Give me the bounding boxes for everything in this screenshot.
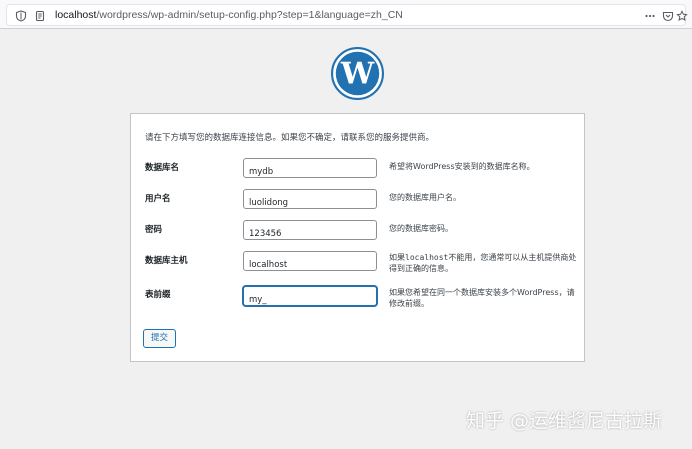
browser-toolbar: localhost/wordpress/wp-admin/setup-confi… xyxy=(0,0,692,29)
url-host: localhost xyxy=(55,9,97,21)
setup-form: 请在下方填写您的数据库连接信息。如果您不确定，请联系您的服务提供商。 数据库名 … xyxy=(130,113,585,362)
help-db-host-code: localhost xyxy=(405,253,449,262)
form-intro: 请在下方填写您的数据库连接信息。如果您不确定，请联系您的服务提供商。 xyxy=(145,133,435,143)
label-password: 密码 xyxy=(145,225,163,235)
help-password: 您的数据库密码。 xyxy=(389,224,453,233)
address-bar[interactable]: localhost/wordpress/wp-admin/setup-confi… xyxy=(6,4,688,26)
page-actions-icon[interactable] xyxy=(644,10,656,22)
table-prefix-field[interactable] xyxy=(243,286,377,309)
password-field[interactable] xyxy=(243,220,377,243)
watermark: 知乎 @运维酱尼古拉斯 xyxy=(466,410,663,432)
submit-button[interactable]: 提交 xyxy=(143,329,176,348)
star-icon[interactable] xyxy=(676,10,688,22)
svg-text:W: W xyxy=(340,56,375,91)
label-username: 用户名 xyxy=(145,194,171,204)
pocket-icon[interactable] xyxy=(662,10,674,22)
password-input[interactable] xyxy=(244,225,376,243)
db-name-input[interactable] xyxy=(244,163,376,181)
label-table-prefix: 表前缀 xyxy=(145,290,171,300)
shield-icon[interactable] xyxy=(15,10,27,22)
help-username: 您的数据库用户名。 xyxy=(389,193,461,202)
username-field[interactable] xyxy=(243,189,377,212)
db-host-field[interactable] xyxy=(243,251,377,274)
help-db-name: 希望将WordPress安装到的数据库名称。 xyxy=(389,162,535,171)
help-db-host-prefix: 如果 xyxy=(389,253,405,262)
help-table-prefix: 如果您希望在同一个数据库安装多个WordPress，请修改前缀。 xyxy=(389,288,575,308)
db-host-input[interactable] xyxy=(244,256,376,274)
wordpress-logo: W xyxy=(331,47,384,100)
label-db-name: 数据库名 xyxy=(145,163,180,173)
username-input[interactable] xyxy=(244,194,376,212)
help-db-host: 如果localhost不能用，您通常可以从主机提供商处得到正确的信息。 xyxy=(389,252,579,274)
url-text[interactable]: localhost/wordpress/wp-admin/setup-confi… xyxy=(55,9,403,21)
url-path: /wordpress/wp-admin/setup-config.php?ste… xyxy=(96,9,403,21)
page-info-icon[interactable] xyxy=(34,10,46,22)
db-name-field[interactable] xyxy=(243,158,377,181)
table-prefix-input[interactable] xyxy=(244,291,376,309)
label-db-host: 数据库主机 xyxy=(145,256,188,266)
